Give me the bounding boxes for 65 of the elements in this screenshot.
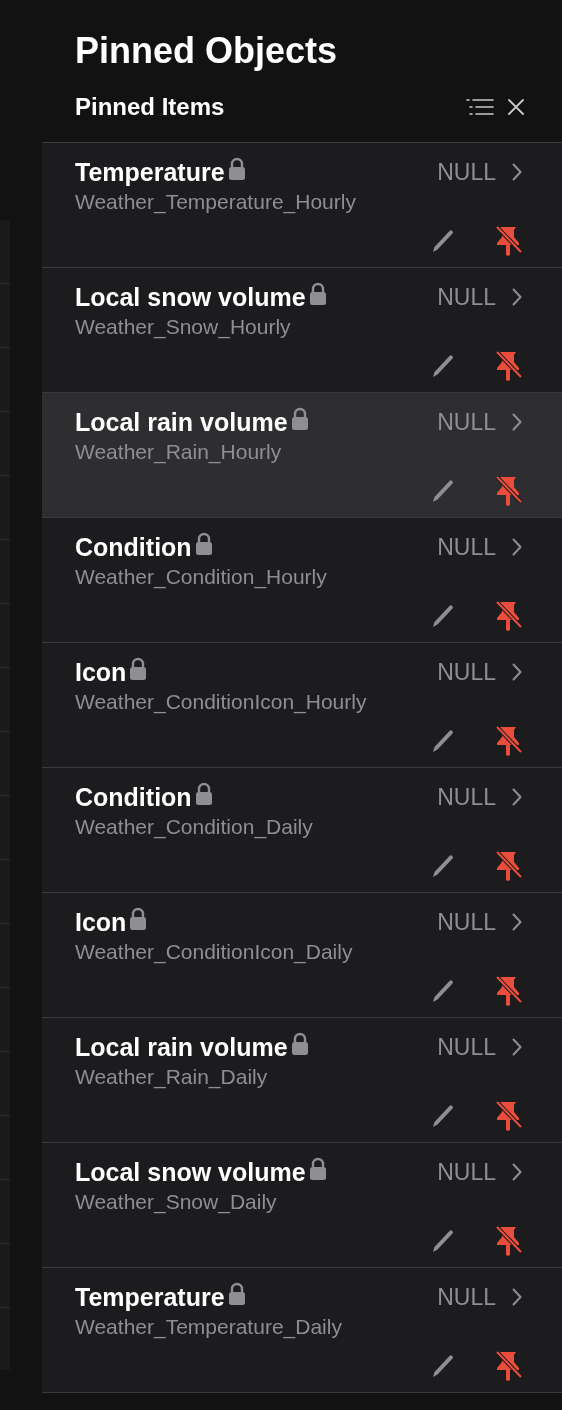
pencil-icon[interactable] — [430, 853, 456, 879]
pencil-icon[interactable] — [430, 353, 456, 379]
item-value: NULL — [437, 1158, 496, 1186]
pencil-icon[interactable] — [430, 478, 456, 504]
item-label: Local snow volume — [75, 282, 306, 312]
unpin-icon[interactable] — [494, 725, 522, 757]
item-label: Icon — [75, 657, 127, 687]
chevron-icon[interactable] — [512, 663, 522, 681]
chevron-icon[interactable] — [512, 1038, 522, 1056]
pencil-icon[interactable] — [430, 228, 456, 254]
unpin-icon[interactable] — [494, 850, 522, 882]
unpin-icon[interactable] — [494, 1100, 522, 1132]
unpin-icon[interactable] — [494, 475, 522, 507]
item-value: NULL — [437, 908, 496, 936]
pencil-icon[interactable] — [430, 728, 456, 754]
item-value: NULL — [437, 283, 496, 311]
item-name: Weather_Rain_Daily — [75, 1064, 269, 1091]
item-name: Weather_Snow_Daily — [75, 1189, 278, 1216]
item-label: Temperature — [75, 1282, 225, 1312]
item-label: Local rain volume — [75, 407, 288, 437]
item-label: Icon — [75, 907, 127, 937]
close-icon[interactable] — [508, 99, 524, 115]
chevron-icon[interactable] — [512, 413, 522, 431]
item-value: NULL — [437, 533, 496, 561]
pinned-item[interactable]: Local rain volume NULL Weather_Rain_Hourly — [42, 393, 562, 518]
item-value: NULL — [437, 1033, 496, 1061]
item-name: Weather_Rain_Hourly — [75, 439, 283, 466]
unpin-icon[interactable] — [494, 350, 522, 382]
item-value: NULL — [437, 1283, 496, 1311]
pencil-icon[interactable] — [430, 1353, 456, 1379]
chevron-icon[interactable] — [512, 1163, 522, 1181]
item-value: NULL — [437, 783, 496, 811]
pencil-icon[interactable] — [430, 1103, 456, 1129]
pencil-icon[interactable] — [430, 1228, 456, 1254]
pencil-icon[interactable] — [430, 603, 456, 629]
item-label: Condition — [75, 532, 192, 562]
section-title: Pinned Items — [75, 92, 226, 122]
unpin-icon[interactable] — [494, 1225, 522, 1257]
item-value: NULL — [437, 158, 496, 186]
item-name: Weather_ConditionIcon_Daily — [75, 939, 354, 966]
item-name: Weather_Temperature_Daily — [75, 1314, 343, 1341]
unpin-icon[interactable] — [494, 225, 522, 257]
unpin-icon[interactable] — [494, 1350, 522, 1382]
pencil-icon[interactable] — [430, 978, 456, 1004]
unpin-icon[interactable] — [494, 600, 522, 632]
list-icon[interactable] — [466, 98, 494, 116]
item-name: Weather_ConditionIcon_Hourly — [75, 689, 368, 716]
chevron-icon[interactable] — [512, 788, 522, 806]
item-label: Condition — [75, 782, 192, 812]
panel-title: Pinned Objects — [75, 29, 339, 73]
item-label: Local rain volume — [75, 1032, 288, 1062]
item-name: Weather_Temperature_Hourly — [75, 189, 357, 216]
unpin-icon[interactable] — [494, 975, 522, 1007]
chevron-icon[interactable] — [512, 163, 522, 181]
item-name: Weather_Condition_Hourly — [75, 564, 328, 591]
chevron-icon[interactable] — [512, 538, 522, 556]
item-value: NULL — [437, 408, 496, 436]
item-label: Temperature — [75, 157, 225, 187]
chevron-icon[interactable] — [512, 288, 522, 306]
item-name: Weather_Snow_Hourly — [75, 314, 292, 341]
item-name: Weather_Condition_Daily — [75, 814, 314, 841]
item-value: NULL — [437, 658, 496, 686]
chevron-icon[interactable] — [512, 913, 522, 931]
item-label: Local snow volume — [75, 1157, 306, 1187]
chevron-icon[interactable] — [512, 1288, 522, 1306]
